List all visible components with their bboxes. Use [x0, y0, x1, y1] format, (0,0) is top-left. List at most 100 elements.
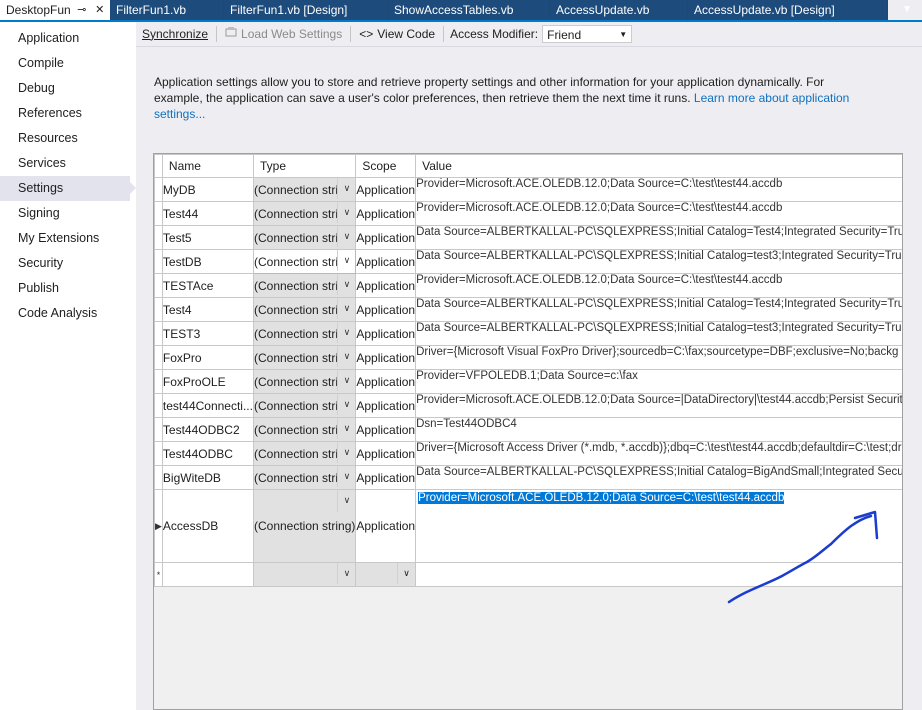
- tab-accessupdate-design[interactable]: AccessUpdate.vb [Design]: [688, 0, 888, 20]
- synchronize-button[interactable]: Synchronize: [136, 22, 214, 46]
- setting-name-cell[interactable]: Test5: [161, 225, 254, 250]
- new-name-cell[interactable]: [161, 562, 254, 587]
- row-header[interactable]: [154, 369, 163, 394]
- setting-value-cell[interactable]: Provider=Microsoft.ACE.OLEDB.12.0;Data S…: [415, 201, 902, 226]
- row-header[interactable]: [154, 297, 163, 322]
- tab-filterfun1-vb[interactable]: FilterFun1.vb: [110, 0, 224, 20]
- setting-value-cell[interactable]: Driver={Microsoft Visual FoxPro Driver};…: [415, 345, 902, 370]
- chevron-down-icon[interactable]: ∨: [337, 322, 355, 343]
- chevron-down-icon[interactable]: ∨: [337, 370, 355, 391]
- setting-type-cell[interactable]: (Connection string) ∨: [252, 297, 357, 322]
- setting-value-cell[interactable]: Data Source=ALBERTKALLAL-PC\SQLEXPRESS;I…: [415, 297, 902, 322]
- chevron-down-icon[interactable]: ∨: [337, 298, 355, 319]
- table-row[interactable]: FoxProOLE (Connection string) ∨ Application…: [154, 369, 902, 394]
- setting-value-cell[interactable]: Dsn=Test44ODBC4: [415, 417, 902, 442]
- row-header[interactable]: [154, 345, 163, 370]
- setting-type-cell[interactable]: (Connection string) ∨: [252, 345, 357, 370]
- setting-type-cell[interactable]: (Connection string) ∨: [252, 393, 357, 418]
- pin-icon[interactable]: ⊸: [75, 0, 89, 20]
- column-header-type[interactable]: Type: [252, 154, 357, 178]
- tab-filterfun1-design[interactable]: FilterFun1.vb [Design]: [224, 0, 388, 20]
- setting-scope-cell[interactable]: Application: [355, 393, 417, 418]
- setting-type-cell[interactable]: (Connection string) ∨: [252, 273, 357, 298]
- view-code-button[interactable]: <> View Code: [353, 22, 441, 46]
- setting-name-cell[interactable]: FoxProOLE: [161, 369, 254, 394]
- setting-name-cell[interactable]: Test44: [161, 201, 254, 226]
- table-row[interactable]: FoxPro (Connection string) ∨ Application Dri…: [154, 345, 902, 370]
- setting-scope-cell[interactable]: Application: [355, 417, 417, 442]
- setting-scope-cell[interactable]: Application: [355, 177, 417, 202]
- setting-name-cell[interactable]: Test44ODBC2: [161, 417, 254, 442]
- table-row[interactable]: Test5 (Connection string) ∨ Application Data…: [154, 225, 902, 250]
- tab-overflow-chevron-icon[interactable]: ▼: [902, 0, 912, 20]
- setting-type-cell[interactable]: (Connection string) ∨: [252, 321, 357, 346]
- setting-name-cell[interactable]: FoxPro: [161, 345, 254, 370]
- setting-value-cell[interactable]: Data Source=ALBERTKALLAL-PC\SQLEXPRESS;I…: [415, 321, 902, 346]
- setting-name-cell[interactable]: test44Connecti...: [161, 393, 254, 418]
- table-row[interactable]: TESTAce (Connection string) ∨ Application Pr…: [154, 273, 902, 298]
- nav-item-references[interactable]: References: [0, 101, 136, 126]
- table-row[interactable]: Test44ODBC2 (Connection string) ∨ Applicati…: [154, 417, 902, 442]
- new-type-cell[interactable]: ∨: [252, 562, 357, 587]
- setting-scope-cell[interactable]: Application: [355, 441, 417, 466]
- setting-name-cell[interactable]: TEST3: [161, 321, 254, 346]
- table-row[interactable]: TEST3 (Connection string) ∨ Application Data…: [154, 321, 902, 346]
- setting-scope-cell[interactable]: Application: [355, 489, 417, 563]
- table-row[interactable]: test44Connecti... (Connection string) ∨ App…: [154, 393, 902, 418]
- nav-item-signing[interactable]: Signing: [0, 201, 136, 226]
- setting-name-cell[interactable]: Test44ODBC: [161, 441, 254, 466]
- chevron-down-icon[interactable]: ∨: [397, 563, 415, 584]
- chevron-down-icon[interactable]: ∨: [337, 490, 355, 512]
- setting-value-cell[interactable]: Data Source=ALBERTKALLAL-PC\SQLEXPRESS;I…: [415, 249, 902, 274]
- new-scope-cell[interactable]: ∨: [355, 562, 417, 587]
- row-header[interactable]: [154, 465, 163, 490]
- table-row[interactable]: TestDB (Connection string) ∨ Application Dat…: [154, 249, 902, 274]
- table-row[interactable]: BigWiteDB (Connection string) ∨ Application…: [154, 465, 902, 490]
- chevron-down-icon[interactable]: ∨: [337, 250, 355, 271]
- setting-type-cell[interactable]: (Connection string) ∨: [252, 465, 357, 490]
- setting-scope-cell[interactable]: Application: [355, 465, 417, 490]
- chevron-down-icon[interactable]: ∨: [337, 563, 355, 584]
- row-header[interactable]: [154, 201, 163, 226]
- close-icon[interactable]: ✕: [93, 0, 107, 20]
- row-header[interactable]: [154, 177, 163, 202]
- setting-value-cell[interactable]: Driver={Microsoft Access Driver (*.mdb, …: [415, 441, 902, 466]
- setting-scope-cell[interactable]: Application: [355, 201, 417, 226]
- table-row[interactable]: MyDB (Connection string) ∨ Application Provi…: [154, 177, 902, 202]
- setting-value-editor[interactable]: Provider=Microsoft.ACE.OLEDB.12.0;Data S…: [418, 491, 785, 506]
- chevron-down-icon[interactable]: ∨: [337, 178, 355, 199]
- tab-accessupdate-vb[interactable]: AccessUpdate.vb: [550, 0, 688, 20]
- nav-item-compile[interactable]: Compile: [0, 51, 136, 76]
- row-header[interactable]: [154, 393, 163, 418]
- setting-scope-cell[interactable]: Application: [355, 273, 417, 298]
- setting-scope-cell[interactable]: Application: [355, 369, 417, 394]
- row-header[interactable]: [154, 273, 163, 298]
- setting-value-cell[interactable]: Data Source=ALBERTKALLAL-PC\SQLEXPRESS;I…: [415, 465, 902, 490]
- setting-type-cell[interactable]: (Connection string) ∨: [252, 201, 357, 226]
- chevron-down-icon[interactable]: ∨: [337, 442, 355, 463]
- setting-value-cell[interactable]: Provider=VFPOLEDB.1;Data Source=c:\fax: [415, 369, 902, 394]
- setting-type-cell[interactable]: (Connection string) ∨: [252, 417, 357, 442]
- tab-showaccesstables-vb[interactable]: ShowAccessTables.vb: [388, 0, 550, 20]
- setting-value-cell[interactable]: Provider=Microsoft.ACE.OLEDB.12.0;Data S…: [415, 177, 902, 202]
- chevron-down-icon[interactable]: ∨: [337, 394, 355, 415]
- setting-name-cell[interactable]: BigWiteDB: [161, 465, 254, 490]
- setting-type-cell[interactable]: (Connection string) ∨: [252, 489, 357, 563]
- tab-desktopfun[interactable]: DesktopFun ⊸ ✕: [0, 0, 110, 20]
- setting-name-cell[interactable]: TestDB: [161, 249, 254, 274]
- nav-item-security[interactable]: Security: [0, 251, 136, 276]
- setting-name-cell[interactable]: AccessDB: [161, 489, 254, 563]
- load-web-settings-button[interactable]: Load Web Settings: [219, 22, 348, 46]
- setting-scope-cell[interactable]: Application: [355, 249, 417, 274]
- column-header-value[interactable]: Value: [415, 154, 902, 178]
- chevron-down-icon[interactable]: ∨: [337, 466, 355, 487]
- chevron-down-icon[interactable]: ∨: [337, 202, 355, 223]
- setting-scope-cell[interactable]: Application: [355, 321, 417, 346]
- chevron-down-icon[interactable]: ∨: [337, 418, 355, 439]
- nav-item-publish[interactable]: Publish: [0, 276, 136, 301]
- row-header[interactable]: [154, 249, 163, 274]
- setting-scope-cell[interactable]: Application: [355, 345, 417, 370]
- row-header[interactable]: [154, 225, 163, 250]
- row-header[interactable]: [154, 417, 163, 442]
- chevron-down-icon[interactable]: ∨: [337, 346, 355, 367]
